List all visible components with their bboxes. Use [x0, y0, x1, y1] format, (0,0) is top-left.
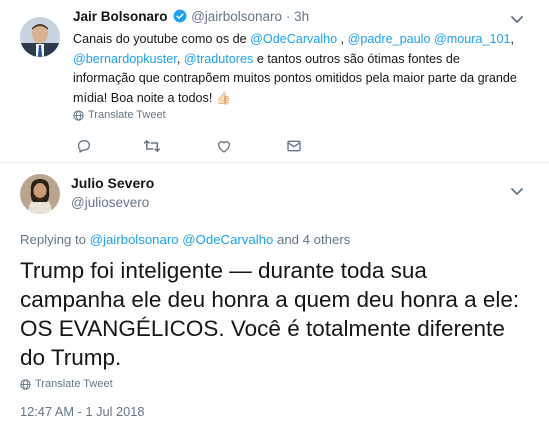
chevron-down-icon[interactable] — [506, 8, 528, 30]
tweet1-actions — [73, 138, 333, 154]
comma: , — [340, 32, 345, 46]
mention-link[interactable]: @padre_paulo — [348, 32, 431, 46]
tweet2-timestamp[interactable]: 12:47 AM - 1 Jul 2018 — [20, 404, 145, 419]
tweet2-author-handle[interactable]: @juliosevero — [71, 195, 149, 210]
mention-link[interactable]: @moura_101 — [434, 32, 511, 46]
mention-link[interactable]: @OdeCarvalho — [182, 232, 273, 247]
retweet-button[interactable] — [143, 138, 161, 159]
mention-link[interactable]: @jairbolsonaro — [90, 232, 179, 247]
tweet1-header: Jair Bolsonaro @jairbolsonaro · 3h — [73, 9, 309, 24]
tweet1-author-name[interactable]: Jair Bolsonaro — [73, 9, 168, 24]
tweet1-text-start: Canais do youtube como os de — [73, 32, 247, 46]
tweet2-author-name[interactable]: Julio Severo — [71, 175, 154, 191]
tweet2-translate-link[interactable]: Translate Tweet — [20, 378, 113, 390]
others-link[interactable]: and 4 others — [277, 232, 350, 247]
mention-link[interactable]: @OdeCarvalho — [250, 32, 337, 46]
mention-link[interactable]: @bernardopkuster — [73, 52, 177, 66]
replying-to-label: Replying to — [20, 232, 86, 247]
tweet2-text: Trump foi inteligente — durante toda sua… — [20, 258, 520, 370]
avatar-image — [20, 174, 60, 214]
direct-message-button[interactable] — [286, 138, 302, 159]
globe-icon — [73, 109, 84, 121]
tweet1-separator: · — [285, 9, 291, 24]
like-icon — [218, 141, 230, 153]
retweet-icon — [143, 140, 161, 152]
tweet-divider — [0, 162, 549, 163]
tweet1-author-handle[interactable]: @jairbolsonaro — [191, 9, 282, 24]
tweet1-text: Canais do youtube como os de @OdeCarvalh… — [73, 30, 523, 108]
verified-badge-icon — [173, 9, 187, 23]
avatar-jair-bolsonaro[interactable] — [20, 17, 60, 57]
mention-link[interactable]: @tradutores — [184, 52, 254, 66]
like-button[interactable] — [216, 138, 232, 159]
globe-icon — [20, 378, 31, 390]
thumbs-up-emoji: 👍🏻 — [215, 90, 232, 105]
replying-to-line: Replying to @jairbolsonaro @OdeCarvalho … — [20, 232, 350, 247]
comma: , — [510, 32, 514, 46]
translate-label: Translate Tweet — [35, 378, 113, 390]
direct-message-icon — [287, 140, 301, 152]
chevron-down-icon[interactable] — [506, 180, 528, 202]
avatar-julio-severo[interactable] — [20, 174, 60, 214]
translate-label: Translate Tweet — [88, 109, 166, 121]
tweet1-time[interactable]: 3h — [294, 9, 309, 24]
tweet1-translate-link[interactable]: Translate Tweet — [73, 109, 166, 121]
reply-button[interactable] — [76, 138, 92, 159]
comma: , — [176, 51, 181, 66]
avatar-image — [20, 17, 60, 57]
reply-icon — [77, 140, 90, 153]
